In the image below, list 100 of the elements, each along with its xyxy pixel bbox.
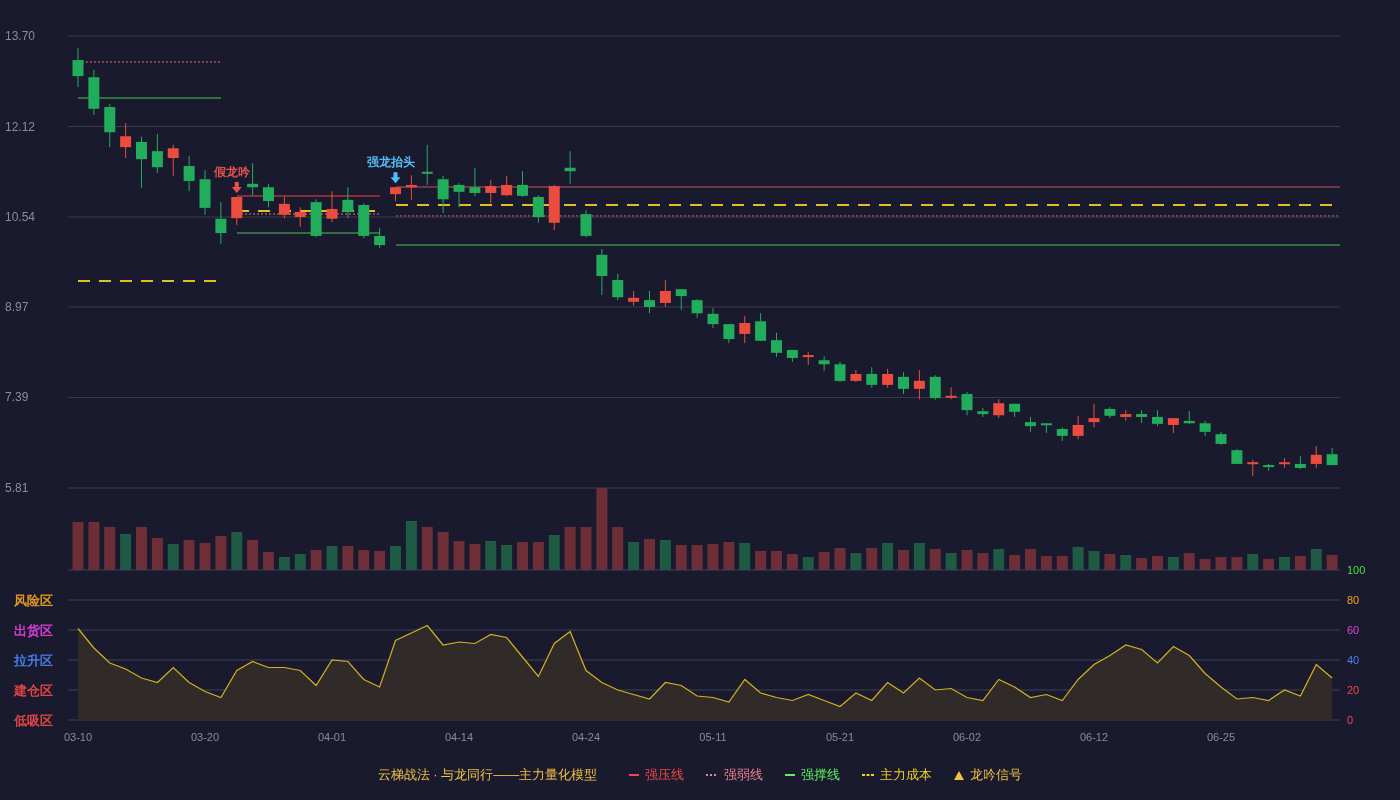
volume-bar <box>231 532 243 570</box>
volume-bar <box>1120 555 1132 570</box>
volume-bar <box>469 544 481 570</box>
candlestick <box>294 206 306 228</box>
volume-bar <box>1326 555 1338 570</box>
volume-bar <box>913 543 925 570</box>
candlestick <box>961 391 973 416</box>
volume-bar <box>659 540 671 570</box>
volume-bar <box>961 550 973 570</box>
volume-bar <box>421 527 433 570</box>
candlestick <box>644 290 655 314</box>
axis-label: 05-11 <box>699 731 727 743</box>
arrow-down-icon <box>390 172 401 184</box>
candlestick <box>183 155 195 192</box>
candlestick <box>913 369 925 400</box>
signal-label: 强龙抬头 <box>366 155 415 170</box>
volume-bar <box>1247 554 1259 570</box>
candlestick <box>1136 409 1148 424</box>
candlestick <box>421 144 433 186</box>
volume-bar <box>501 545 513 570</box>
volume-bar <box>1183 553 1195 570</box>
candlestick <box>405 174 417 201</box>
candlestick <box>1120 409 1132 422</box>
volume-bar <box>485 541 497 570</box>
candlestick <box>453 182 465 208</box>
volume-bar <box>786 554 798 570</box>
volume-bar <box>151 538 163 570</box>
candlestick <box>278 196 290 219</box>
volume-bar <box>1152 556 1163 570</box>
volume-bar <box>612 527 624 570</box>
candlestick <box>437 175 449 214</box>
volume-bar <box>263 552 274 570</box>
axis-label: 06-02 <box>952 731 982 743</box>
candlestick <box>691 298 703 319</box>
volume-bar <box>183 540 195 570</box>
candlestick <box>310 198 322 238</box>
axis-label: 06-25 <box>1206 731 1236 743</box>
volume-bar <box>882 543 894 570</box>
candlestick <box>1294 455 1306 470</box>
volume-bar <box>850 553 862 570</box>
zone-label: 建仓区 <box>14 683 53 698</box>
candlestick <box>1104 406 1116 419</box>
candlestick <box>580 209 592 238</box>
candlestick <box>659 279 671 308</box>
axis-label: 0 <box>1347 714 1354 726</box>
candlestick <box>231 196 243 226</box>
volume-bar <box>1263 559 1275 570</box>
volume-bar <box>771 551 782 570</box>
candlestick <box>1183 410 1195 425</box>
volume-bar <box>993 549 1005 570</box>
volume-bar <box>1279 557 1290 570</box>
volume-bar <box>548 535 560 570</box>
candlestick <box>786 349 798 363</box>
volume-bar <box>1056 556 1068 570</box>
candlestick <box>532 194 544 224</box>
volume-bar <box>453 541 465 570</box>
axis-label: 03-20 <box>190 731 220 743</box>
volume-bar <box>834 548 846 570</box>
volume-bar <box>278 557 290 570</box>
volume-bar <box>628 542 640 570</box>
candlestick <box>1025 416 1036 433</box>
candlestick <box>167 144 179 177</box>
volume-bar <box>517 542 528 570</box>
volume-bar <box>1009 555 1021 570</box>
candlestick <box>1326 447 1338 466</box>
volume-bar <box>866 548 878 570</box>
volume-bar <box>358 550 370 570</box>
volume-bar <box>167 544 179 570</box>
legend-title: 云梯战法 · 与龙同行——主力量化模型 <box>377 766 598 785</box>
candlestick <box>802 351 814 366</box>
axis-label: 7.39 <box>5 390 29 405</box>
candlestick <box>215 201 227 245</box>
candlestick <box>723 323 735 344</box>
candlestick <box>1215 431 1227 446</box>
volume-bar <box>1310 549 1322 570</box>
candlestick <box>564 150 576 185</box>
zone-label: 拉升区 <box>14 653 53 668</box>
axis-label: 5.81 <box>5 481 29 495</box>
volume-bar <box>644 539 655 570</box>
volume-bar <box>1040 556 1052 570</box>
candlestick <box>1263 463 1275 472</box>
candlestick <box>771 332 782 358</box>
candlestick <box>374 227 386 249</box>
candlestick <box>199 169 211 216</box>
zone-label: 低吸区 <box>14 713 53 728</box>
candlestick <box>469 167 481 197</box>
candlestick <box>596 248 608 296</box>
candlestick <box>548 184 560 231</box>
volume-bar <box>310 550 322 570</box>
axis-label: 12.12 <box>5 119 36 134</box>
candlestick <box>1040 422 1052 434</box>
candlestick <box>120 122 132 159</box>
candlestick <box>898 371 909 395</box>
axis-label: 20 <box>1347 684 1360 696</box>
candlestick <box>1009 403 1021 418</box>
axis-label: 06-12 <box>1079 731 1109 743</box>
candlestick <box>517 170 528 198</box>
candlestick <box>945 386 957 400</box>
candlestick <box>1152 409 1163 427</box>
volume-bar <box>802 557 814 570</box>
